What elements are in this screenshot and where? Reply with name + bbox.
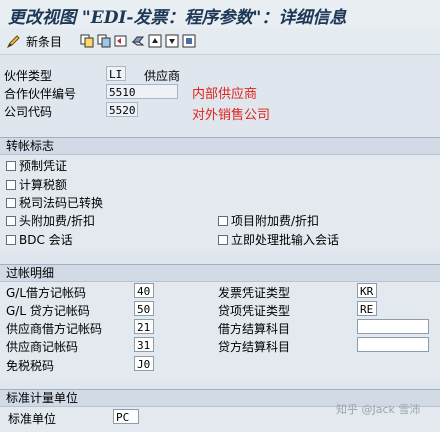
credit-memo-doc-type-label: 贷项凭证类型 <box>218 304 291 318</box>
copy-icon[interactable] <box>80 34 94 48</box>
debit-clearing-account-field[interactable] <box>357 319 429 334</box>
checkbox-box[interactable] <box>6 197 16 208</box>
checkbox-box[interactable] <box>6 234 16 245</box>
checkbox-label: 税司法码已转换 <box>19 196 104 210</box>
tax-exempt-code-label: 免税税码 <box>6 359 55 373</box>
checkbox-header-surcharge[interactable]: 头附加费/折扣 <box>6 212 95 229</box>
invoice-doc-type-field[interactable]: KR <box>357 283 377 298</box>
checkbox-label: 计算税额 <box>19 178 68 192</box>
debit-clearing-account-label: 借方结算科目 <box>218 322 291 336</box>
checkbox-label: BDC 会话 <box>19 233 73 247</box>
checkbox-bdc-session[interactable]: BDC 会话 <box>6 231 73 248</box>
checkbox-item-surcharge[interactable]: 项目附加费/折扣 <box>218 212 319 229</box>
first-entry-icon[interactable] <box>148 34 162 48</box>
checkbox-box[interactable] <box>6 179 16 190</box>
standard-unit-field[interactable]: PC <box>113 409 139 424</box>
checkbox-process-batch-immediately[interactable]: 立即处理批输入会话 <box>218 231 339 248</box>
previous-entry-icon[interactable] <box>165 34 179 48</box>
partner-number-note: 内部供应商 <box>192 87 258 102</box>
credit-clearing-account-field[interactable] <box>357 337 429 352</box>
partner-type-field: LI <box>106 66 126 81</box>
credit-memo-doc-type-field[interactable]: RE <box>357 301 377 316</box>
delete-icon[interactable] <box>97 34 111 48</box>
checkbox-box[interactable] <box>6 160 16 171</box>
company-code-note: 对外销售公司 <box>192 108 271 123</box>
checkbox-box[interactable] <box>218 234 228 245</box>
partner-number-label: 合作伙伴编号 <box>4 87 77 101</box>
checkbox-parked-document[interactable]: 预制凭证 <box>6 157 67 174</box>
partner-type-desc: 供应商 <box>144 69 181 83</box>
checkbox-calculate-tax[interactable]: 计算税额 <box>6 176 67 193</box>
checkbox-label: 立即处理批输入会话 <box>231 233 340 247</box>
gl-credit-posting-key-label: G/L 贷方记帐码 <box>6 304 90 318</box>
company-code-field: 5520 <box>106 102 138 117</box>
company-code-label: 公司代码 <box>4 105 53 119</box>
posting-details-title: 过帐明细 <box>0 265 440 282</box>
tax-exempt-code-field[interactable]: J0 <box>134 356 154 371</box>
vendor-debit-posting-key-label: 供应商借方记帐码 <box>6 322 103 336</box>
vendor-posting-key-label: 供应商记帐码 <box>6 340 79 354</box>
invoice-doc-type-label: 发票凭证类型 <box>218 286 291 300</box>
title-bar: 更改视图 "EDI-发票：程序参数"：详细信息 <box>0 0 440 28</box>
watermark-text: 知乎 @Jack 雪沛 <box>336 403 421 416</box>
credit-clearing-account-label: 贷方结算科目 <box>218 340 291 354</box>
standard-unit-label: 标准单位 <box>8 412 57 426</box>
next-entry-icon[interactable] <box>182 34 196 48</box>
gl-credit-posting-key-field[interactable]: 50 <box>134 301 154 316</box>
toolbar: 新条目 <box>0 28 440 55</box>
new-entries-button[interactable]: 新条目 <box>6 33 62 49</box>
checkbox-tax-jurisdiction-converted[interactable]: 税司法码已转换 <box>6 194 103 211</box>
checkbox-box[interactable] <box>218 215 228 226</box>
checkbox-label: 头附加费/折扣 <box>19 214 96 228</box>
transport-icon[interactable] <box>131 34 145 48</box>
vendor-posting-key-field[interactable]: 31 <box>134 337 154 352</box>
gl-debit-posting-key-field[interactable]: 40 <box>134 283 154 298</box>
window-title: 更改视图 "EDI-发票：程序参数"：详细信息 <box>8 8 347 28</box>
undo-icon[interactable] <box>114 34 128 48</box>
new-entries-label: 新条目 <box>26 34 63 49</box>
checkbox-label: 预制凭证 <box>19 159 68 173</box>
gl-debit-posting-key-label: G/L借方记帐码 <box>6 286 87 300</box>
checkbox-box[interactable] <box>6 215 16 226</box>
posting-indicators-title: 转帐标志 <box>0 138 440 155</box>
vendor-debit-posting-key-field[interactable]: 21 <box>134 319 154 334</box>
pencil-icon <box>6 35 20 49</box>
partner-type-label: 伙伴类型 <box>4 69 53 83</box>
partner-number-field: 5510 <box>106 84 178 99</box>
checkbox-label: 项目附加费/折扣 <box>231 214 320 228</box>
